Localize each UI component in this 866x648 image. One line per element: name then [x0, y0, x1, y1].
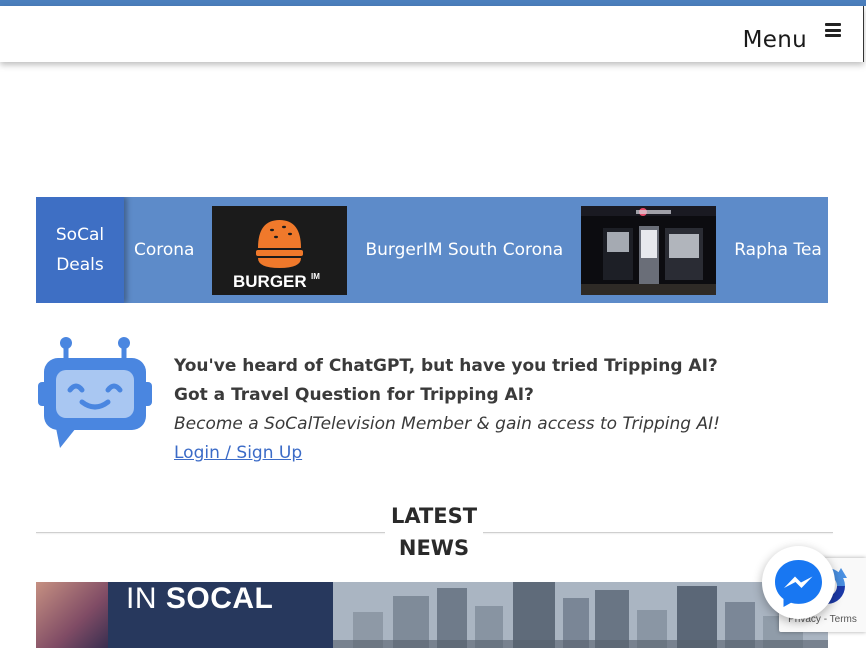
deal-link-rapha-tea[interactable]: Rapha Tea Corona — [734, 240, 828, 260]
banner-word-in: IN — [126, 582, 157, 615]
banner-word-socal: SOCAL — [165, 582, 274, 615]
burgerim-logo-suffix: IM — [311, 272, 320, 281]
banner-title: IN SOCAL — [126, 582, 273, 616]
banner-title-panel: IN SOCAL — [36, 582, 333, 648]
hamburger-icon — [825, 23, 841, 37]
storefront-photo-icon — [581, 205, 717, 295]
latest-news-heading-line2: NEWS — [398, 536, 470, 560]
deal-link-burgerim[interactable]: BurgerIM South Corona — [365, 240, 563, 260]
ai-headline: You've heard of ChatGPT, but have you tr… — [174, 356, 718, 376]
menu-button[interactable]: Menu — [743, 16, 841, 56]
messenger-icon — [775, 560, 822, 607]
news-banner-image[interactable]: IN SOCAL — [36, 582, 828, 648]
ai-membership-text: Become a SoCalTelevision Member & gain a… — [174, 414, 720, 434]
burgerim-logo-image[interactable]: BURGER IM — [212, 205, 348, 295]
latest-news-heading: LATEST NEWS — [385, 500, 483, 564]
deals-ticker-track: Corona BURGER IM BurgerIM South Corona R… — [134, 197, 828, 303]
ai-question: Got a Travel Question for Tripping AI? — [174, 385, 534, 405]
robot-icon — [38, 337, 152, 448]
city-skyline-photo — [333, 582, 828, 648]
burgerim-logo-text: BURGER — [233, 272, 307, 291]
banner-deco-image — [36, 582, 108, 648]
tripping-ai-promo: You've heard of ChatGPT, but have you tr… — [36, 330, 826, 470]
deals-tab-line1: SoCal — [55, 225, 105, 245]
menu-label: Menu — [742, 27, 807, 53]
socal-deals-ticker: SoCal Deals Corona BURGER IM BurgerIM So… — [36, 197, 828, 303]
burgerim-logo-icon: BURGER IM — [212, 205, 348, 295]
deal-link-corona[interactable]: Corona — [134, 240, 194, 260]
top-navbar: Menu — [0, 6, 864, 62]
messenger-chat-button[interactable] — [762, 546, 835, 619]
rapha-tea-storefront-image[interactable] — [581, 205, 717, 295]
login-signup-link[interactable]: Login / Sign Up — [174, 443, 302, 463]
latest-news-heading-line1: LATEST — [390, 504, 478, 528]
deals-tab-line2: Deals — [56, 255, 104, 275]
socal-deals-tab[interactable]: SoCal Deals — [36, 197, 124, 303]
